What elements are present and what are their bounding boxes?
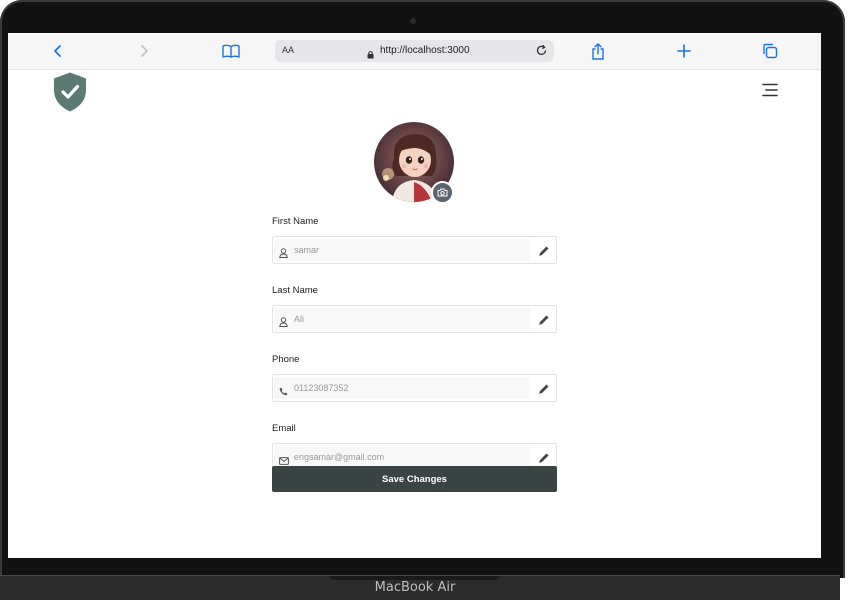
last-name-label: Last Name	[272, 285, 318, 296]
save-changes-button[interactable]: Save Changes	[272, 466, 557, 492]
camera-icon	[437, 188, 448, 197]
tab-overview-button[interactable]	[760, 41, 780, 61]
email-value[interactable]: engsamar@gmail.com	[294, 452, 384, 462]
profile-form: First Name samar Last Name Ali Phone 011…	[272, 216, 557, 492]
phone-icon	[279, 383, 288, 401]
edit-first-name-button[interactable]	[538, 244, 550, 262]
bookmarks-button[interactable]	[221, 41, 241, 61]
shield-check-logo[interactable]	[52, 71, 88, 118]
hamburger-menu-button[interactable]	[762, 83, 778, 102]
reload-button[interactable]	[535, 44, 548, 62]
user-icon	[279, 245, 288, 263]
phone-label: Phone	[272, 354, 300, 365]
forward-button[interactable]	[134, 41, 154, 61]
laptop-base: MacBook Air	[0, 575, 840, 600]
book-icon	[222, 44, 240, 58]
lock-icon	[367, 46, 374, 64]
menu-icon	[762, 83, 778, 97]
first-name-label: First Name	[272, 216, 319, 227]
phone-field[interactable]: 01123087352	[272, 374, 557, 402]
laptop-screen: AA http://localhost:3000 First Name sama…	[8, 33, 821, 558]
user-icon	[279, 314, 288, 332]
share-icon	[592, 42, 604, 60]
pencil-icon	[539, 384, 549, 394]
last-name-field[interactable]: Ali	[272, 305, 557, 333]
pencil-icon	[539, 315, 549, 325]
email-label: Email	[272, 423, 296, 434]
chevron-right-icon	[141, 45, 148, 57]
webcam	[410, 18, 416, 24]
share-button[interactable]	[588, 41, 608, 61]
last-name-input-bg	[274, 308, 530, 330]
tabs-icon	[763, 43, 778, 59]
first-name-field[interactable]: samar	[272, 236, 557, 264]
last-name-value[interactable]: Ali	[294, 314, 304, 324]
pencil-icon	[539, 246, 549, 256]
url-text[interactable]: http://localhost:3000	[380, 45, 470, 56]
device-label: MacBook Air	[374, 580, 456, 595]
first-name-value[interactable]: samar	[294, 245, 319, 255]
shield-check-icon	[54, 72, 86, 112]
reload-icon	[536, 44, 547, 56]
edit-phone-button[interactable]	[538, 382, 550, 400]
browser-toolbar: AA http://localhost:3000	[8, 33, 821, 70]
pencil-icon	[539, 453, 549, 463]
laptop-mockup: AA http://localhost:3000 First Name sama…	[0, 0, 851, 600]
chevron-left-icon	[54, 45, 61, 57]
back-button[interactable]	[48, 41, 68, 61]
phone-value[interactable]: 01123087352	[294, 383, 348, 393]
plus-icon	[677, 44, 691, 58]
reader-mode-label[interactable]: AA	[282, 45, 294, 55]
new-tab-button[interactable]	[674, 41, 694, 61]
change-photo-button[interactable]	[431, 181, 454, 204]
address-bar[interactable]: AA http://localhost:3000	[275, 40, 554, 62]
edit-last-name-button[interactable]	[538, 313, 550, 331]
